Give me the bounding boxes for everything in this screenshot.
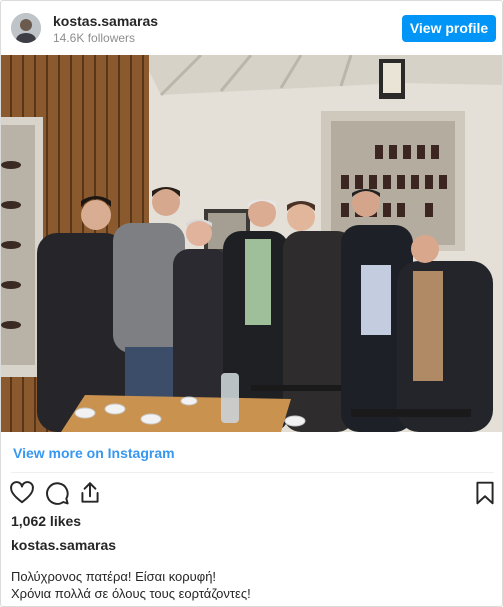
bookmark-icon[interactable]	[472, 480, 498, 506]
divider	[11, 472, 494, 473]
profile-avatar[interactable]	[11, 13, 41, 43]
like-count[interactable]: 1,062 likes	[11, 513, 81, 529]
follower-count: 14.6K followers	[53, 31, 136, 45]
view-more-on-instagram-link[interactable]: View more on Instagram	[13, 445, 175, 461]
profile-username[interactable]: kostas.samaras	[53, 13, 158, 29]
view-profile-button[interactable]: View profile	[402, 15, 496, 42]
instagram-embed-card: kostas.samaras 14.6K followers View prof…	[0, 0, 503, 607]
avatar-image	[11, 13, 41, 43]
caption-line-2: Χρόνια πολλά σε όλους τους εορτάζοντες!	[11, 586, 251, 601]
post-photo[interactable]	[1, 55, 502, 432]
caption-line-1: Πολύχρονος πατέρα! Είσαι κορυφή!	[11, 569, 217, 584]
heart-icon[interactable]	[9, 480, 35, 506]
caption-username[interactable]: kostas.samaras	[11, 537, 116, 553]
post-header: kostas.samaras 14.6K followers View prof…	[1, 1, 502, 55]
group-photo-image	[1, 55, 502, 432]
share-icon[interactable]	[77, 480, 103, 506]
comment-icon[interactable]	[44, 480, 70, 506]
action-bar	[1, 478, 502, 508]
